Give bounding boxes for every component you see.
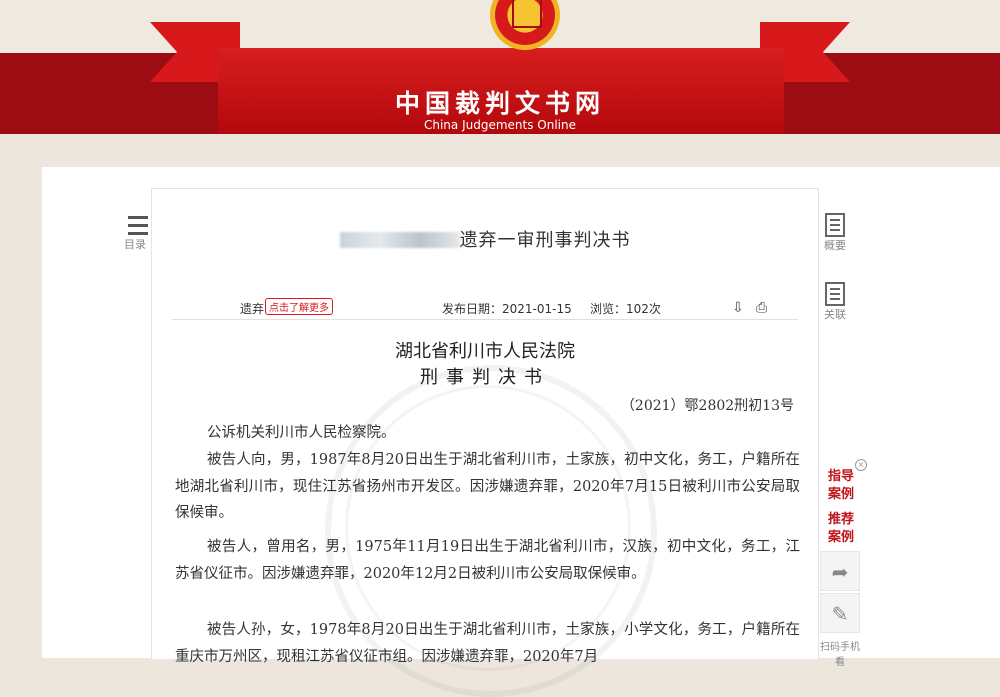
scan-qr-label[interactable]: 扫码手机看 [820,638,860,668]
toc-button[interactable]: 目录 [118,214,152,252]
toc-label: 目录 [124,238,146,251]
summary-button[interactable]: 概要 [820,213,850,253]
publish-date: 发布日期：2021-01-15 [442,302,572,316]
site-subtitle: China Judgements Online [423,118,576,132]
redacted-name [339,232,460,248]
site-title[interactable]: 中国裁判文书网 [0,84,1000,120]
meta-divider [172,319,798,320]
related-label: 关联 [824,308,846,321]
recommend-case-link[interactable]: 推荐案例 [822,511,860,547]
paragraph-defendant-2: 被告人，曾用名，男，1975年11月19日出生于湖北省利川市，汉族，初中文化，务… [175,539,800,582]
related-doc-icon [825,282,845,306]
share-button[interactable]: ➦ [820,551,860,591]
paragraph-defendant-3: 被告人孙，女，1978年8月20日出生于湖北省利川市，土家族，小学文化，务工，户… [175,622,800,665]
print-icon[interactable]: ⎙ [756,300,767,316]
learn-more-button[interactable]: 点击了解更多 [265,298,333,315]
download-icon[interactable]: ⇩ [732,300,744,316]
summary-label: 概要 [824,239,846,252]
case-number: （2021）鄂2802刑初13号 [620,398,794,414]
guide-case-link[interactable]: 指导案例 [822,468,860,504]
toc-list-icon [122,214,148,236]
court-emblem-logo[interactable] [490,0,560,50]
document-type: 刑事判决书 [420,367,550,388]
paragraph-prosecutor: 公诉机关利川市人民检察院。 [207,425,396,441]
summary-doc-icon [825,213,845,237]
court-name: 湖北省利川市人民法院 [395,341,575,362]
pencil-icon: ✎ [831,602,849,626]
paragraph-defendant-1: 被告人向，男，1987年8月20日出生于湖北省利川市，土家族，初中文化，务工，户… [175,452,800,521]
edit-button[interactable]: ✎ [820,593,860,633]
document-meta: 遗弃 点击了解更多 发布日期：2021-01-15 浏览：102次 ⇩ ⎙ [172,298,798,320]
document-title-text: 遗弃一审刑事判决书 [459,230,631,251]
view-count: 浏览：102次 [590,302,661,316]
share-icon: ➦ [831,560,849,584]
document-title: 遗弃一审刑事判决书 [152,226,818,252]
related-button[interactable]: 关联 [820,282,850,322]
keyword-tag[interactable]: 遗弃 [240,300,264,317]
site-header: 中国裁判文书网 China Judgements Online [0,0,1000,134]
